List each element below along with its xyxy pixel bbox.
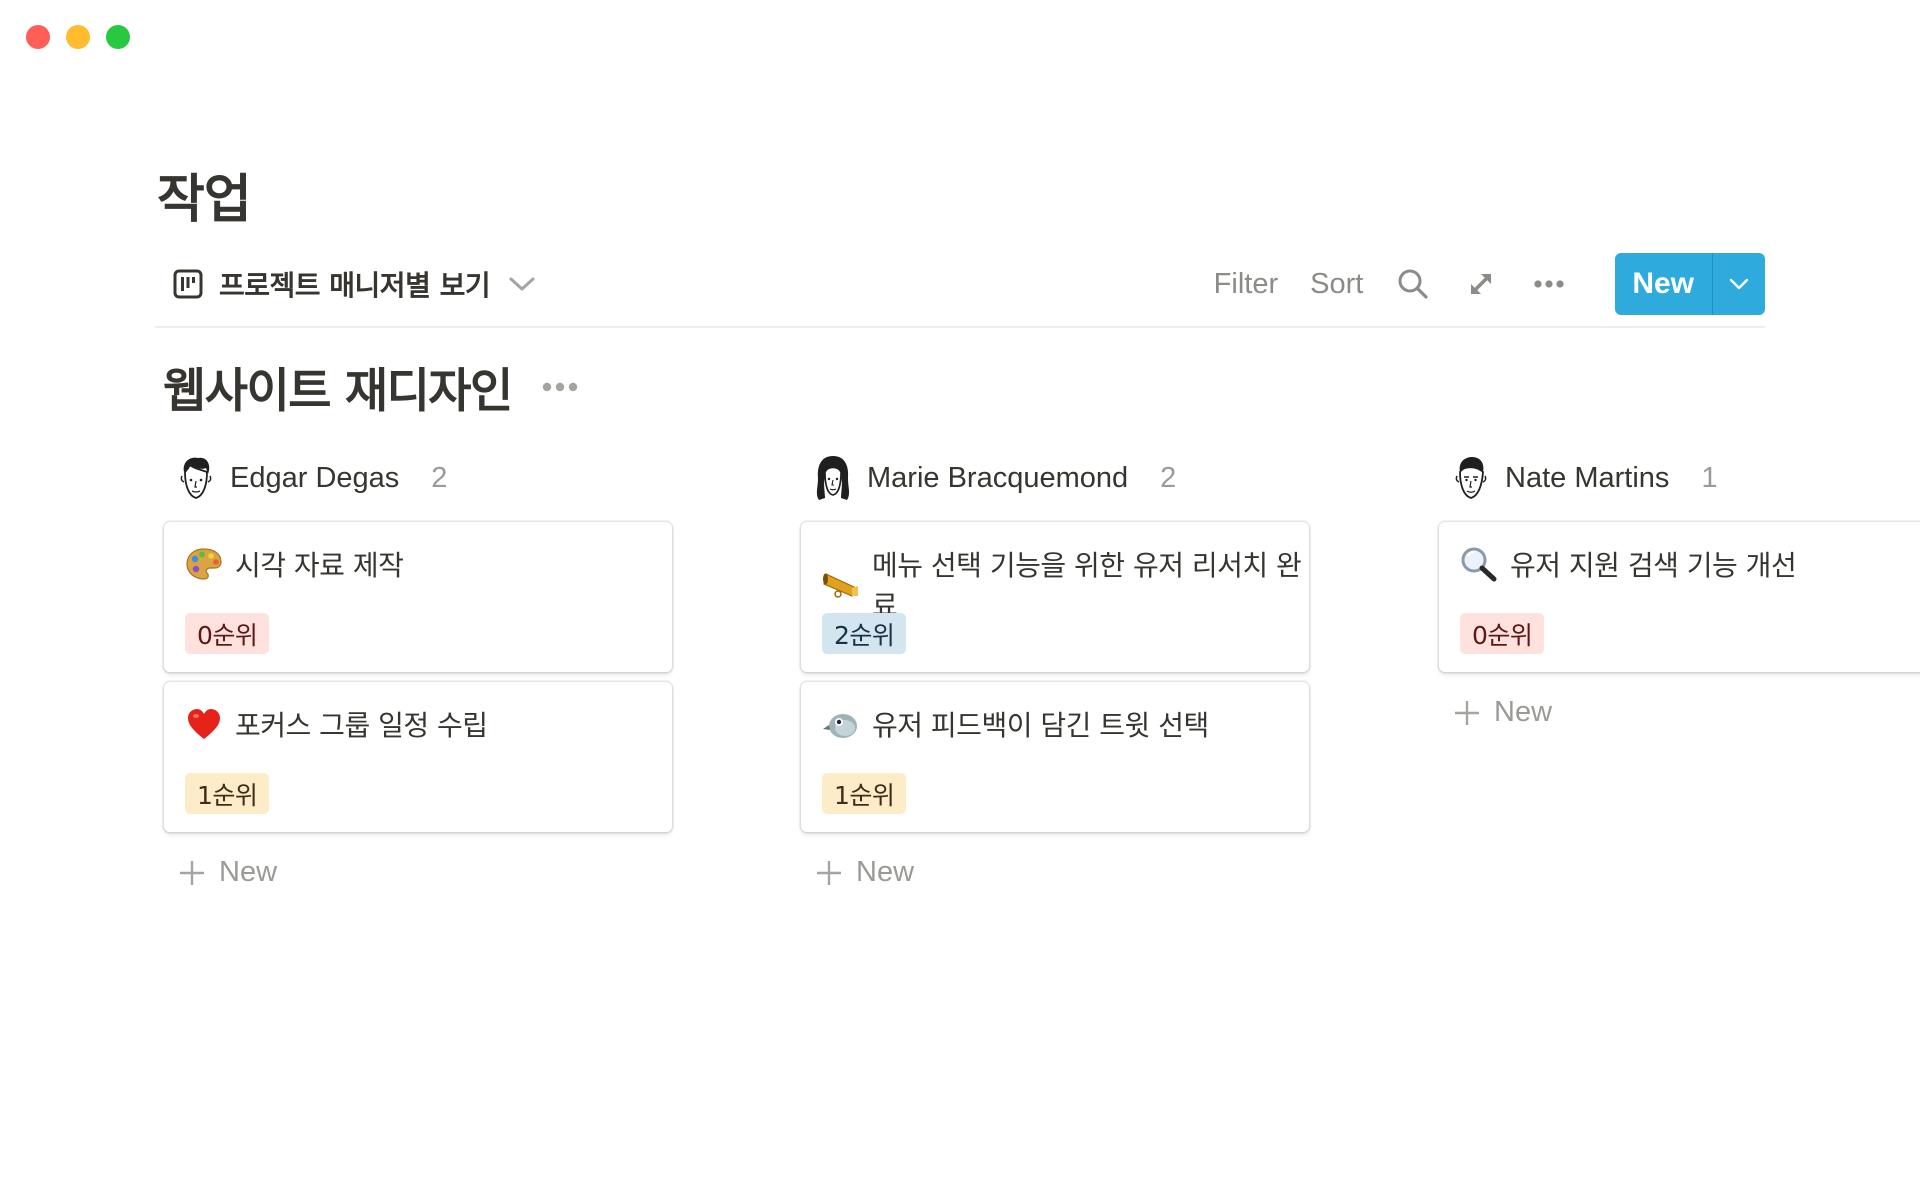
column-name: Marie Bracquemond bbox=[867, 461, 1129, 494]
add-card-button[interactable]: New bbox=[179, 856, 277, 889]
card-title-row: 포커스 그룹 일정 수립 bbox=[185, 704, 488, 744]
add-card-button[interactable]: New bbox=[1454, 696, 1552, 729]
card-title-row: 유저 지원 검색 기능 개선 bbox=[1460, 544, 1797, 584]
view-selector[interactable]: 프로젝트 매니저별 보기 bbox=[173, 264, 536, 304]
megaphone-icon bbox=[822, 565, 860, 603]
filter-button[interactable]: Filter bbox=[1214, 268, 1278, 301]
plus-icon bbox=[180, 860, 204, 885]
more-icon[interactable] bbox=[542, 381, 578, 393]
board-icon bbox=[173, 269, 203, 299]
bird-icon bbox=[822, 705, 860, 743]
page-title[interactable]: 작업 bbox=[157, 157, 252, 232]
card-title-row: 유저 피드백이 담긴 트윗 선택 bbox=[822, 704, 1209, 744]
plus-icon bbox=[1455, 700, 1479, 725]
search-icon bbox=[1398, 269, 1428, 299]
group-header: 웹사이트 재디자인 bbox=[163, 352, 578, 421]
card-title: 포커스 그룹 일정 수립 bbox=[235, 709, 488, 742]
card-title: 유저 지원 검색 기능 개선 bbox=[1510, 549, 1797, 582]
expand-button[interactable] bbox=[1465, 268, 1497, 300]
column-name: Edgar Degas bbox=[230, 461, 400, 494]
board-column: Nate Martins 1 유저 지원 검색 기능 개선 0순위 New bbox=[1439, 452, 1920, 728]
window-controls bbox=[26, 25, 130, 49]
card-title: 유저 피드백이 담긴 트윗 선택 bbox=[872, 709, 1209, 742]
priority-tag: 1순위 bbox=[822, 773, 907, 814]
card-title-row: 메뉴 선택 기능을 위한 유저 리서치 완료 bbox=[822, 544, 1309, 624]
column-header[interactable]: Marie Bracquemond 2 bbox=[801, 452, 1309, 504]
card-title: 시각 자료 제작 bbox=[235, 549, 404, 582]
view-toolbar: 프로젝트 매니저별 보기 Filter Sort New bbox=[155, 250, 1765, 328]
chevron-down-icon bbox=[509, 277, 535, 291]
board-card[interactable]: 메뉴 선택 기능을 위한 유저 리서치 완료 2순위 bbox=[801, 522, 1309, 672]
view-label: 프로젝트 매니저별 보기 bbox=[219, 269, 491, 302]
new-button[interactable]: New bbox=[1615, 253, 1712, 315]
add-card-label: New bbox=[1494, 696, 1553, 728]
expand-icon bbox=[1471, 274, 1492, 294]
more-icon bbox=[1534, 280, 1564, 288]
heart-icon bbox=[185, 705, 223, 743]
avatar-icon bbox=[1455, 457, 1487, 499]
priority-tag: 0순위 bbox=[185, 613, 270, 654]
priority-tag: 0순위 bbox=[1460, 613, 1545, 654]
new-button-group: New bbox=[1615, 253, 1765, 315]
add-card-button[interactable]: New bbox=[816, 856, 914, 889]
board-card[interactable]: 시각 자료 제작 0순위 bbox=[164, 522, 672, 672]
column-count: 2 bbox=[1160, 461, 1177, 494]
board-column: Marie Bracquemond 2 메뉴 선택 기능을 위한 유저 리서치 … bbox=[801, 452, 1309, 888]
priority-tag: 2순위 bbox=[822, 613, 907, 654]
more-options-button[interactable] bbox=[1533, 268, 1565, 300]
column-header[interactable]: Edgar Degas 2 bbox=[164, 452, 672, 504]
minimize-window-button[interactable] bbox=[66, 25, 90, 49]
avatar-icon bbox=[816, 456, 850, 500]
group-title[interactable]: 웹사이트 재디자인 bbox=[163, 352, 513, 421]
card-title: 메뉴 선택 기능을 위한 유저 리서치 완료 bbox=[872, 549, 1302, 622]
palette-icon bbox=[185, 545, 223, 583]
column-name: Nate Martins bbox=[1505, 461, 1670, 494]
column-header[interactable]: Nate Martins 1 bbox=[1439, 452, 1920, 504]
board-card[interactable]: 포커스 그룹 일정 수립 1순위 bbox=[164, 682, 672, 832]
search-button[interactable] bbox=[1397, 268, 1429, 300]
board-card[interactable]: 유저 지원 검색 기능 개선 0순위 bbox=[1439, 522, 1920, 672]
toolbar-actions: Filter Sort New bbox=[1214, 252, 1765, 316]
priority-tag: 1순위 bbox=[185, 773, 270, 814]
column-count: 2 bbox=[431, 461, 448, 494]
card-title-row: 시각 자료 제작 bbox=[185, 544, 404, 584]
close-window-button[interactable] bbox=[26, 25, 50, 49]
avatar-icon bbox=[180, 457, 212, 499]
new-dropdown-button[interactable] bbox=[1712, 253, 1765, 315]
add-card-label: New bbox=[856, 856, 915, 888]
plus-icon bbox=[817, 860, 841, 885]
board-card[interactable]: 유저 피드백이 담긴 트윗 선택 1순위 bbox=[801, 682, 1309, 832]
sort-button[interactable]: Sort bbox=[1310, 268, 1363, 301]
add-card-label: New bbox=[219, 856, 278, 888]
column-count: 1 bbox=[1701, 461, 1718, 494]
chevron-down-icon bbox=[1729, 278, 1749, 290]
zoom-window-button[interactable] bbox=[106, 25, 130, 49]
board-column: Edgar Degas 2 시각 자료 제작 0순위 포커스 그룹 일정 수립 … bbox=[164, 452, 672, 888]
magnifier-icon bbox=[1460, 545, 1498, 583]
